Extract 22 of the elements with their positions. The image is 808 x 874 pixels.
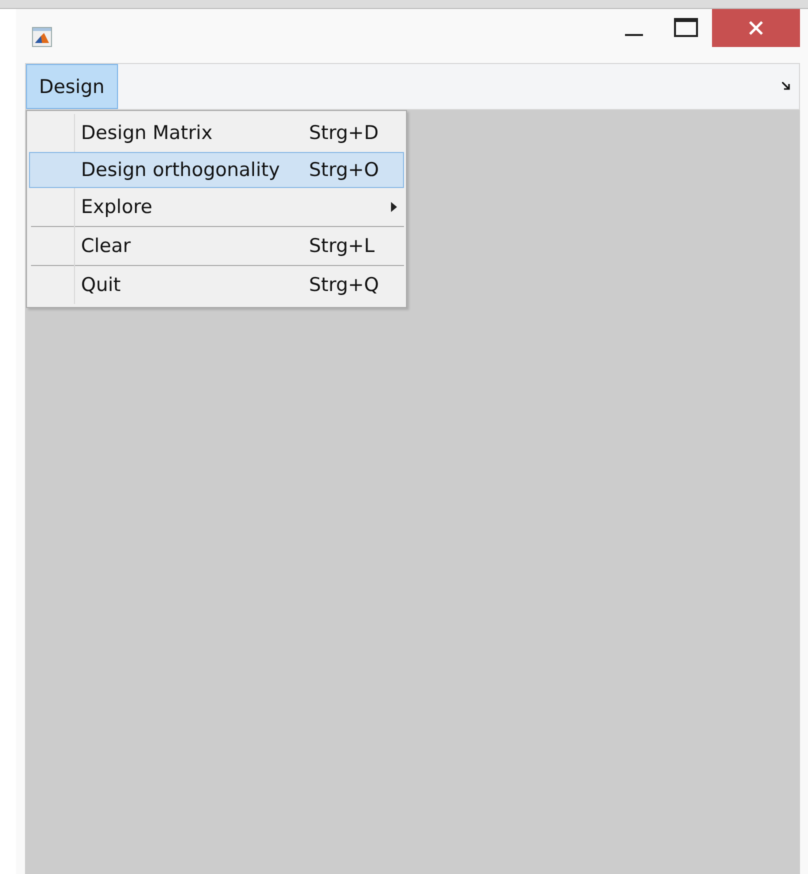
menu-entry[interactable]: Clear Strg+L	[29, 228, 404, 264]
menu-entry[interactable]: Design Matrix Strg+D	[29, 115, 404, 151]
app-icon	[32, 27, 52, 47]
maximize-icon	[674, 18, 698, 38]
menu-entry[interactable]: Quit Strg+Q	[29, 267, 404, 303]
close-icon	[748, 20, 764, 36]
menu-entry[interactable]: Design orthogonality Strg+O	[29, 152, 404, 188]
close-button[interactable]	[712, 9, 800, 47]
entry-label: Design orthogonality	[81, 159, 281, 181]
dock-arrow-icon	[782, 82, 791, 91]
entry-label: Explore	[81, 196, 154, 218]
entry-label: Clear	[81, 235, 132, 257]
menu-entry[interactable]: Explore	[29, 189, 404, 225]
shortcut-label: Strg+O	[309, 159, 380, 181]
shortcut-label: Strg+Q	[309, 274, 380, 296]
entry-label: Design Matrix	[81, 122, 214, 144]
minimize-icon	[625, 34, 643, 36]
shortcut-label: Strg+D	[309, 122, 380, 144]
menu-item[interactable]: Design	[26, 64, 118, 109]
submenu-arrow-icon	[391, 202, 397, 212]
shortcut-label: Strg+L	[309, 235, 376, 257]
entry-label: Quit	[81, 274, 122, 296]
